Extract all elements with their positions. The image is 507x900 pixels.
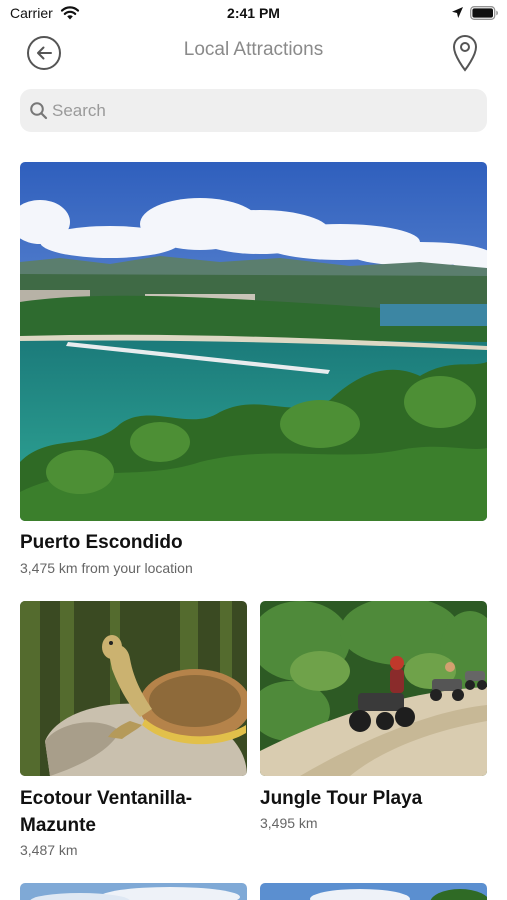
sky-trees-photo: [260, 883, 487, 900]
attraction-card-jungle-tour[interactable]: Jungle Tour Playa 3,495 km: [260, 601, 487, 861]
turtle-on-rock-photo: [20, 601, 247, 776]
bay-coastline-photo: [20, 162, 487, 521]
sky-beach-photo: [20, 883, 247, 900]
attraction-card-next-right[interactable]: [260, 883, 487, 900]
nav-bar: Local Attractions: [0, 28, 507, 78]
attraction-title: Puerto Escondido: [20, 532, 183, 553]
attraction-distance: 3,495 km: [260, 815, 318, 831]
search-bar[interactable]: [20, 89, 487, 132]
location-arrow-icon: [451, 6, 464, 19]
attraction-card-next-left[interactable]: [20, 883, 247, 900]
attraction-distance: 3,475 km from your location: [20, 560, 193, 576]
page-title: Local Attractions: [183, 39, 324, 60]
map-pin-icon: [451, 34, 479, 72]
attraction-card-ecotour[interactable]: Ecotour Ventanilla-Mazunte 3,487 km: [20, 601, 247, 861]
status-time: 2:41 PM: [227, 5, 280, 21]
search-icon: [29, 101, 48, 120]
search-input[interactable]: [52, 89, 472, 132]
status-bar: Carrier 2:41 PM: [0, 0, 507, 28]
attraction-card-puerto-escondido[interactable]: Puerto Escondido 3,475 km from your loca…: [20, 162, 487, 582]
battery-icon: [470, 6, 499, 20]
atv-jungle-trail-photo: [260, 601, 487, 776]
attraction-title: Jungle Tour Playa: [260, 788, 423, 809]
attraction-distance: 3,487 km: [20, 842, 78, 858]
attraction-title: Ecotour Ventanilla-Mazunte: [20, 788, 193, 836]
map-pin-button[interactable]: [451, 34, 479, 72]
